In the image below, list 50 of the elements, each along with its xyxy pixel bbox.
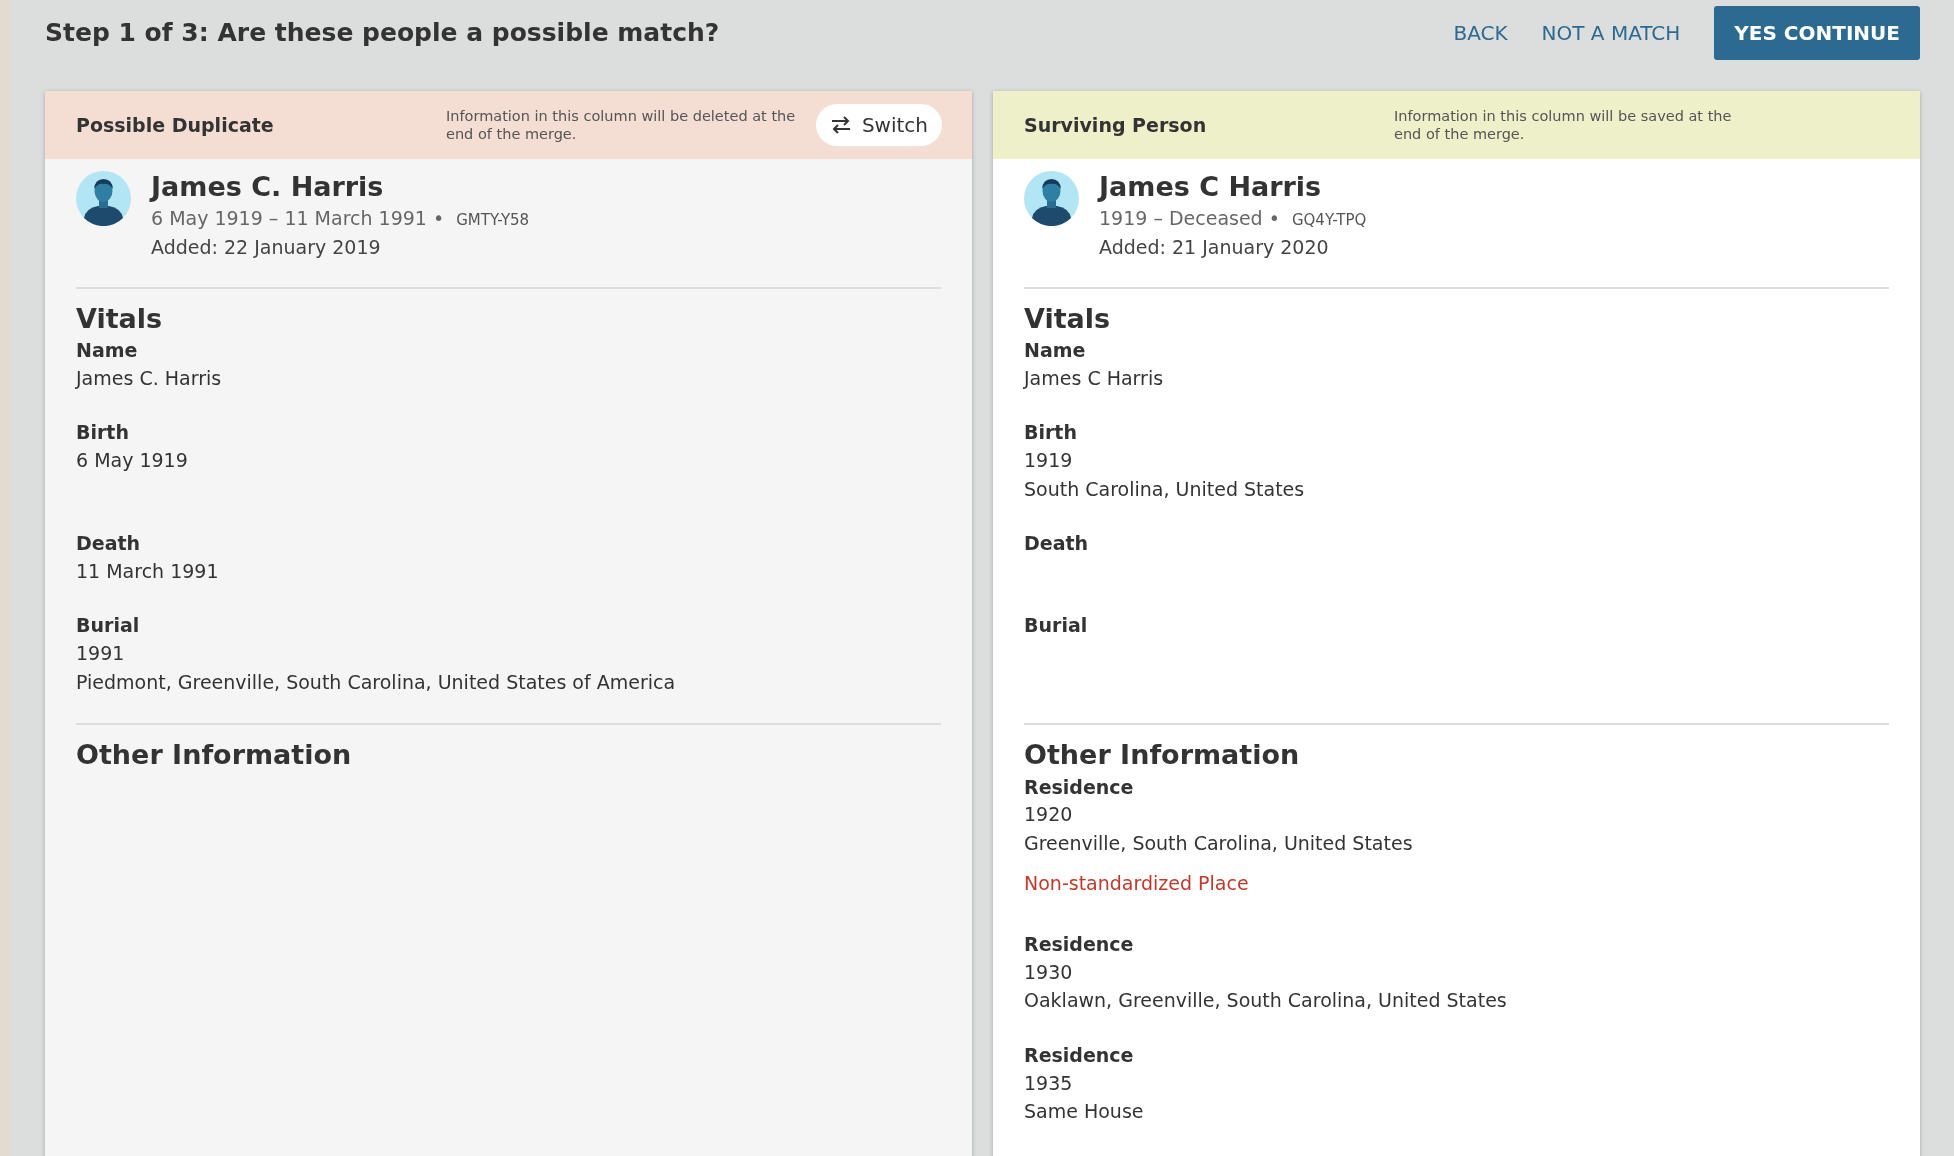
panel-note: Information in this column will be saved at the end of the merge. xyxy=(1394,106,1733,144)
switch-button[interactable]: Switch xyxy=(815,104,942,146)
fact-value: 6 May 1919 xyxy=(76,448,189,474)
panel-heading: Possible Duplicate xyxy=(76,112,275,138)
section-heading: Vitals xyxy=(1024,303,1112,336)
swap-arrows-icon xyxy=(829,115,852,135)
section-heading: Other Information xyxy=(1024,739,1301,772)
person-name: James C Harris xyxy=(1099,170,1323,204)
fact-label: Death xyxy=(1024,531,1090,557)
fact-value: 1991 xyxy=(76,641,126,667)
added-date: Added: 21 January 2020 xyxy=(1099,234,1330,260)
person-name: James C. Harris xyxy=(151,170,385,204)
fact-value: 1935 xyxy=(1024,1070,1074,1096)
person-id: GQ4Y-TPQ xyxy=(1291,211,1367,230)
section-heading: Other Information xyxy=(76,739,353,772)
fact-value: 11 March 1991 xyxy=(76,559,220,585)
person-id: GMTY-Y58 xyxy=(456,211,530,230)
fact-value: James C. Harris xyxy=(76,366,223,392)
fact-value: 1919 xyxy=(1024,448,1074,474)
fact-value: Same House xyxy=(1024,1099,1145,1125)
fact-label: Residence xyxy=(1024,932,1135,958)
fact-label: Birth xyxy=(76,420,130,446)
section-heading: Vitals xyxy=(76,303,164,336)
fact-label: Burial xyxy=(76,613,141,639)
avatar-icon xyxy=(76,171,131,226)
fact-value: Piedmont, Greenville, South Carolina, United States of America xyxy=(76,669,677,695)
fact-value: James C Harris xyxy=(1024,366,1165,392)
fact-value: South Carolina, United States xyxy=(1024,476,1306,502)
link-button[interactable]: BACK xyxy=(1443,12,1518,54)
fact-label: Burial xyxy=(1024,613,1089,639)
fact-value: Oaklawn, Greenville, South Carolina, United States xyxy=(1024,988,1508,1014)
added-date: Added: 22 January 2019 xyxy=(151,234,382,260)
fact-label: Name xyxy=(76,338,139,364)
page-title: Step 1 of 3: Are these people a possible match? xyxy=(45,18,720,48)
fact-label: Residence xyxy=(1024,1043,1135,1069)
continue-button[interactable]: YES CONTINUE xyxy=(1714,6,1920,60)
warning-text: Non-standardized Place xyxy=(1024,871,1250,897)
lifespan-text: 1919 – Deceased • xyxy=(1099,207,1280,230)
panel-heading: Surviving Person xyxy=(1024,112,1208,138)
link-button[interactable]: NOT A MATCH xyxy=(1531,12,1691,54)
fact-label: Residence xyxy=(1024,774,1135,800)
fact-value: Greenville, South Carolina, United States xyxy=(1024,830,1414,856)
fact-label: Birth xyxy=(1024,420,1078,446)
fact-value: 1920 xyxy=(1024,802,1074,828)
avatar-icon xyxy=(1024,171,1079,226)
fact-value: 1930 xyxy=(1024,959,1074,985)
panel-note: Information in this column will be deleted at the end of the merge. xyxy=(446,106,797,144)
fact-label: Death xyxy=(76,531,142,557)
lifespan-text: 6 May 1919 – 11 March 1991 • xyxy=(151,207,445,230)
fact-label: Name xyxy=(1024,338,1087,364)
